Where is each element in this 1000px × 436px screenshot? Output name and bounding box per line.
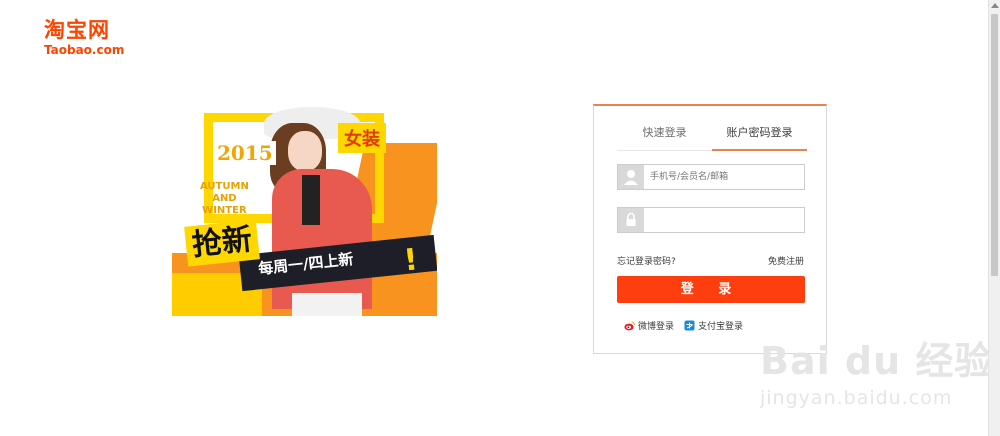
tab-quick-login[interactable]: 快速登录 bbox=[617, 124, 712, 140]
username-input[interactable] bbox=[648, 168, 802, 186]
login-tabs: 快速登录 账户密码登录 bbox=[617, 118, 807, 151]
user-icon bbox=[618, 165, 644, 189]
banner-season-line: AUTUMN bbox=[200, 181, 249, 192]
login-button[interactable]: 登 录 bbox=[617, 276, 805, 303]
scroll-up-arrow-icon[interactable] bbox=[991, 3, 999, 8]
username-field bbox=[617, 164, 805, 190]
banner-model-inner bbox=[302, 175, 320, 225]
banner-category: 女装 bbox=[338, 123, 386, 153]
alipay-login-label: 支付宝登录 bbox=[698, 322, 744, 332]
weibo-login-label: 微博登录 bbox=[638, 322, 675, 332]
login-panel: 快速登录 账户密码登录 忘记登录密码? 免费注册 登 录 bbox=[593, 104, 827, 354]
vertical-scrollbar[interactable] bbox=[988, 0, 1000, 436]
taobao-logo[interactable]: 淘宝网 Taobao.com bbox=[44, 18, 124, 57]
banner-model-face bbox=[288, 131, 322, 171]
logo-cn-text: 淘宝网 bbox=[44, 18, 110, 42]
weibo-login-link[interactable]: 微博登录 bbox=[624, 319, 674, 332]
active-tab-indicator bbox=[712, 149, 807, 151]
baidu-jingyan-watermark: Bai du 经验 jingyan.baidu.com bbox=[760, 330, 993, 409]
register-link[interactable]: 免费注册 bbox=[768, 254, 804, 267]
banner-season-line: WINTER bbox=[202, 205, 247, 216]
lock-icon bbox=[618, 208, 644, 232]
logo-en-text: Taobao.com bbox=[44, 43, 125, 57]
password-field bbox=[617, 207, 805, 233]
watermark-sub: jingyan.baidu.com bbox=[760, 387, 953, 409]
forgot-password-link[interactable]: 忘记登录密码? bbox=[617, 254, 676, 267]
banner-season-line: AND bbox=[212, 193, 237, 204]
weibo-icon bbox=[624, 321, 635, 331]
banner-headline: 抢新 bbox=[184, 219, 260, 267]
password-input[interactable] bbox=[648, 211, 802, 229]
watermark-main: Bai du 经验 bbox=[760, 339, 994, 383]
promo-banner[interactable]: 2015 女装 AUTUMN AND WINTER 抢新 每周一/四上新 ! bbox=[172, 103, 437, 316]
banner-model-coat bbox=[272, 169, 372, 309]
banner-season: AUTUMN AND WINTER bbox=[200, 181, 249, 217]
banner-year: 2015 bbox=[214, 141, 276, 165]
alipay-icon bbox=[684, 320, 695, 331]
alipay-login-link[interactable]: 支付宝登录 bbox=[684, 319, 743, 332]
tab-password-login[interactable]: 账户密码登录 bbox=[712, 124, 807, 140]
scroll-thumb[interactable] bbox=[991, 14, 998, 276]
banner-model-skirt bbox=[292, 293, 362, 316]
